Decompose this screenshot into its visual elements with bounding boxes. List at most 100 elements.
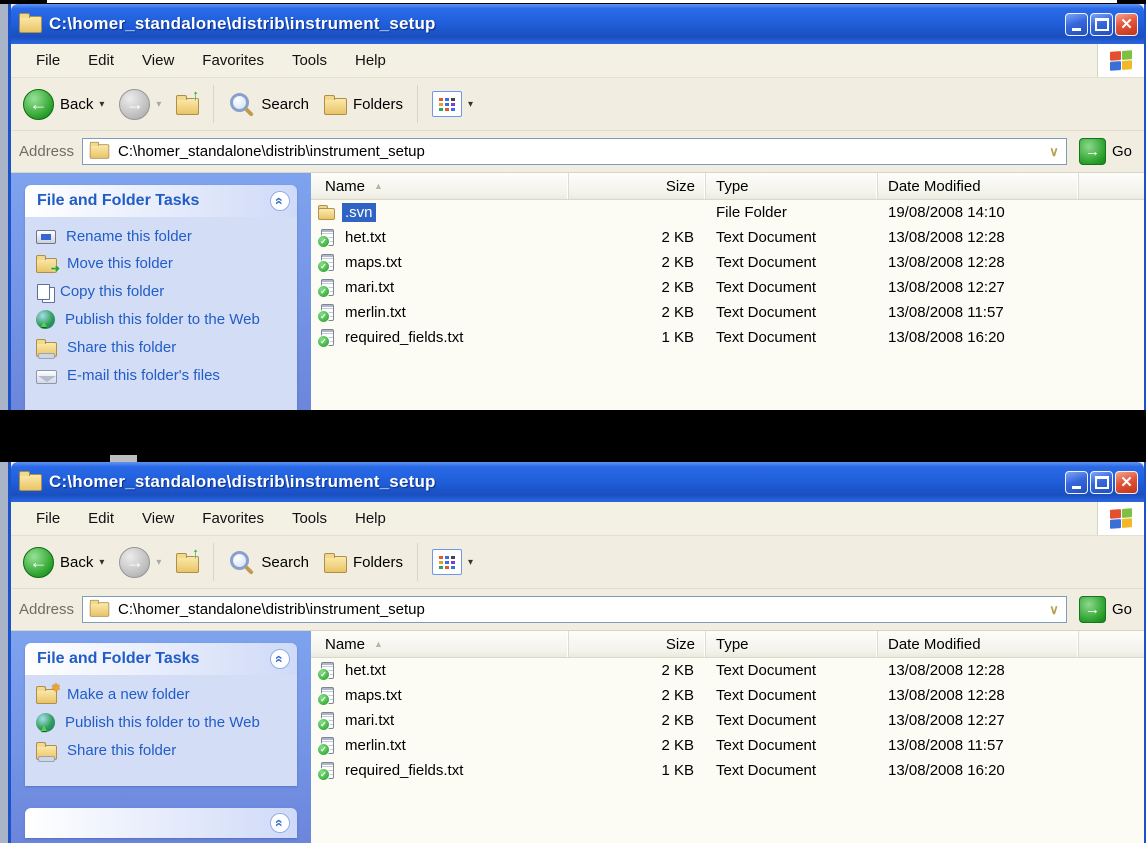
task-icon (36, 745, 57, 760)
column-header-size[interactable]: Size (569, 631, 706, 657)
forward-button[interactable]: → ▾ (115, 545, 165, 580)
back-dropdown-caret-icon[interactable]: ▾ (99, 99, 104, 110)
menu-item[interactable]: Help (342, 49, 399, 72)
file-date-cell: 13/08/2008 12:27 (878, 712, 1079, 729)
windows-logo-block (1097, 502, 1144, 535)
task-item[interactable]: Move this folder (36, 254, 289, 273)
menu-item[interactable]: Help (342, 507, 399, 530)
task-item[interactable]: E-mail this folder's files (36, 366, 289, 384)
column-header-date-modified[interactable]: Date Modified (878, 173, 1079, 199)
task-icon (36, 689, 57, 704)
file-name-cell[interactable]: mari.txt (311, 278, 569, 297)
column-header-date-modified[interactable]: Date Modified (878, 631, 1079, 657)
collapse-panel-button[interactable]: « (270, 813, 290, 833)
folders-button[interactable]: Folders (320, 92, 407, 117)
file-name-cell[interactable]: merlin.txt (311, 303, 569, 322)
task-label: Share this folder (67, 338, 176, 356)
menu-item[interactable]: File (23, 49, 73, 72)
file-name-cell[interactable]: het.txt (311, 228, 569, 247)
menu-item[interactable]: Favorites (189, 507, 277, 530)
address-input[interactable]: C:\homer_standalone\distrib\instrument_s… (82, 138, 1067, 165)
table-row[interactable]: maps.txt 2 KB Text Document 13/08/2008 1… (311, 683, 1144, 708)
menu-item[interactable]: File (23, 507, 73, 530)
search-button[interactable]: Search (224, 549, 313, 576)
table-row[interactable]: .svn File Folder 19/08/2008 14:10 (311, 200, 1144, 225)
address-dropdown-button[interactable]: ∨ (1044, 140, 1064, 163)
titlebar[interactable]: C:\homer_standalone\distrib\instrument_s… (11, 462, 1144, 502)
address-dropdown-button[interactable]: ∨ (1044, 598, 1064, 621)
file-name: het.txt (342, 661, 389, 680)
file-name-cell[interactable]: required_fields.txt (311, 761, 569, 780)
views-dropdown-caret-icon[interactable]: ▾ (468, 557, 473, 568)
go-button[interactable]: → Go (1075, 594, 1136, 625)
back-button[interactable]: ← Back ▾ (19, 87, 108, 122)
minimize-icon (1072, 28, 1081, 31)
table-row[interactable]: het.txt 2 KB Text Document 13/08/2008 12… (311, 658, 1144, 683)
table-row[interactable]: merlin.txt 2 KB Text Document 13/08/2008… (311, 300, 1144, 325)
back-button[interactable]: ← Back ▾ (19, 545, 108, 580)
file-date-cell: 13/08/2008 16:20 (878, 329, 1079, 346)
table-row[interactable]: mari.txt 2 KB Text Document 13/08/2008 1… (311, 708, 1144, 733)
close-button[interactable]: ✕ (1115, 13, 1138, 36)
column-header-name[interactable]: Name▲ (311, 173, 569, 199)
folders-button[interactable]: Folders (320, 550, 407, 575)
table-row[interactable]: mari.txt 2 KB Text Document 13/08/2008 1… (311, 275, 1144, 300)
chevron-up-icon: « (273, 819, 287, 827)
panel-header[interactable]: File and Folder Tasks « (25, 185, 297, 217)
file-name-cell[interactable]: maps.txt (311, 253, 569, 272)
task-item[interactable]: Share this folder (36, 338, 289, 357)
up-button[interactable]: ↑ (172, 92, 203, 117)
file-name-cell[interactable]: merlin.txt (311, 736, 569, 755)
back-dropdown-caret-icon[interactable]: ▾ (99, 557, 104, 568)
column-header-size[interactable]: Size (569, 173, 706, 199)
task-item[interactable]: Make a new folder (36, 685, 289, 704)
panel-header[interactable]: « (25, 808, 297, 838)
panel-header[interactable]: File and Folder Tasks « (25, 643, 297, 675)
file-name-cell[interactable]: mari.txt (311, 711, 569, 730)
table-row[interactable]: het.txt 2 KB Text Document 13/08/2008 12… (311, 225, 1144, 250)
task-item[interactable]: Rename this folder (36, 227, 289, 245)
views-button[interactable]: ▾ (428, 547, 477, 577)
address-input[interactable]: C:\homer_standalone\distrib\instrument_s… (82, 596, 1067, 623)
column-header-type[interactable]: Type (706, 631, 878, 657)
task-icon (36, 258, 57, 273)
panel-title: File and Folder Tasks (37, 650, 199, 668)
column-header-name[interactable]: Name▲ (311, 631, 569, 657)
file-name-cell[interactable]: het.txt (311, 661, 569, 680)
menu-item[interactable]: Edit (75, 507, 127, 530)
forward-button[interactable]: → ▾ (115, 87, 165, 122)
up-button[interactable]: ↑ (172, 550, 203, 575)
column-header-type[interactable]: Type (706, 173, 878, 199)
task-item[interactable]: Publish this folder to the Web (36, 713, 289, 732)
go-button[interactable]: → Go (1075, 136, 1136, 167)
menu-item[interactable]: Favorites (189, 49, 277, 72)
search-button[interactable]: Search (224, 91, 313, 118)
file-name-cell[interactable]: required_fields.txt (311, 328, 569, 347)
menu-item[interactable]: Tools (279, 507, 340, 530)
collapse-panel-button[interactable]: « (270, 649, 290, 669)
minimize-button[interactable] (1065, 471, 1088, 494)
views-button[interactable]: ▾ (428, 89, 477, 119)
menu-item[interactable]: View (129, 49, 187, 72)
file-name-cell[interactable]: .svn (311, 203, 569, 222)
search-icon (230, 551, 249, 570)
views-dropdown-caret-icon[interactable]: ▾ (468, 99, 473, 110)
task-item[interactable]: Share this folder (36, 741, 289, 760)
minimize-button[interactable] (1065, 13, 1088, 36)
menu-item[interactable]: Tools (279, 49, 340, 72)
collapse-panel-button[interactable]: « (270, 191, 290, 211)
menu-item[interactable]: View (129, 507, 187, 530)
close-button[interactable]: ✕ (1115, 471, 1138, 494)
task-item[interactable]: Publish this folder to the Web (36, 310, 289, 329)
maximize-button[interactable] (1090, 13, 1113, 36)
titlebar[interactable]: C:\homer_standalone\distrib\instrument_s… (11, 4, 1144, 44)
task-item[interactable]: Copy this folder (36, 282, 289, 300)
file-name-cell[interactable]: maps.txt (311, 686, 569, 705)
table-row[interactable]: required_fields.txt 1 KB Text Document 1… (311, 325, 1144, 350)
table-row[interactable]: required_fields.txt 1 KB Text Document 1… (311, 758, 1144, 783)
menu-item[interactable]: Edit (75, 49, 127, 72)
table-row[interactable]: maps.txt 2 KB Text Document 13/08/2008 1… (311, 250, 1144, 275)
maximize-button[interactable] (1090, 471, 1113, 494)
file-type-icon (318, 304, 337, 321)
table-row[interactable]: merlin.txt 2 KB Text Document 13/08/2008… (311, 733, 1144, 758)
